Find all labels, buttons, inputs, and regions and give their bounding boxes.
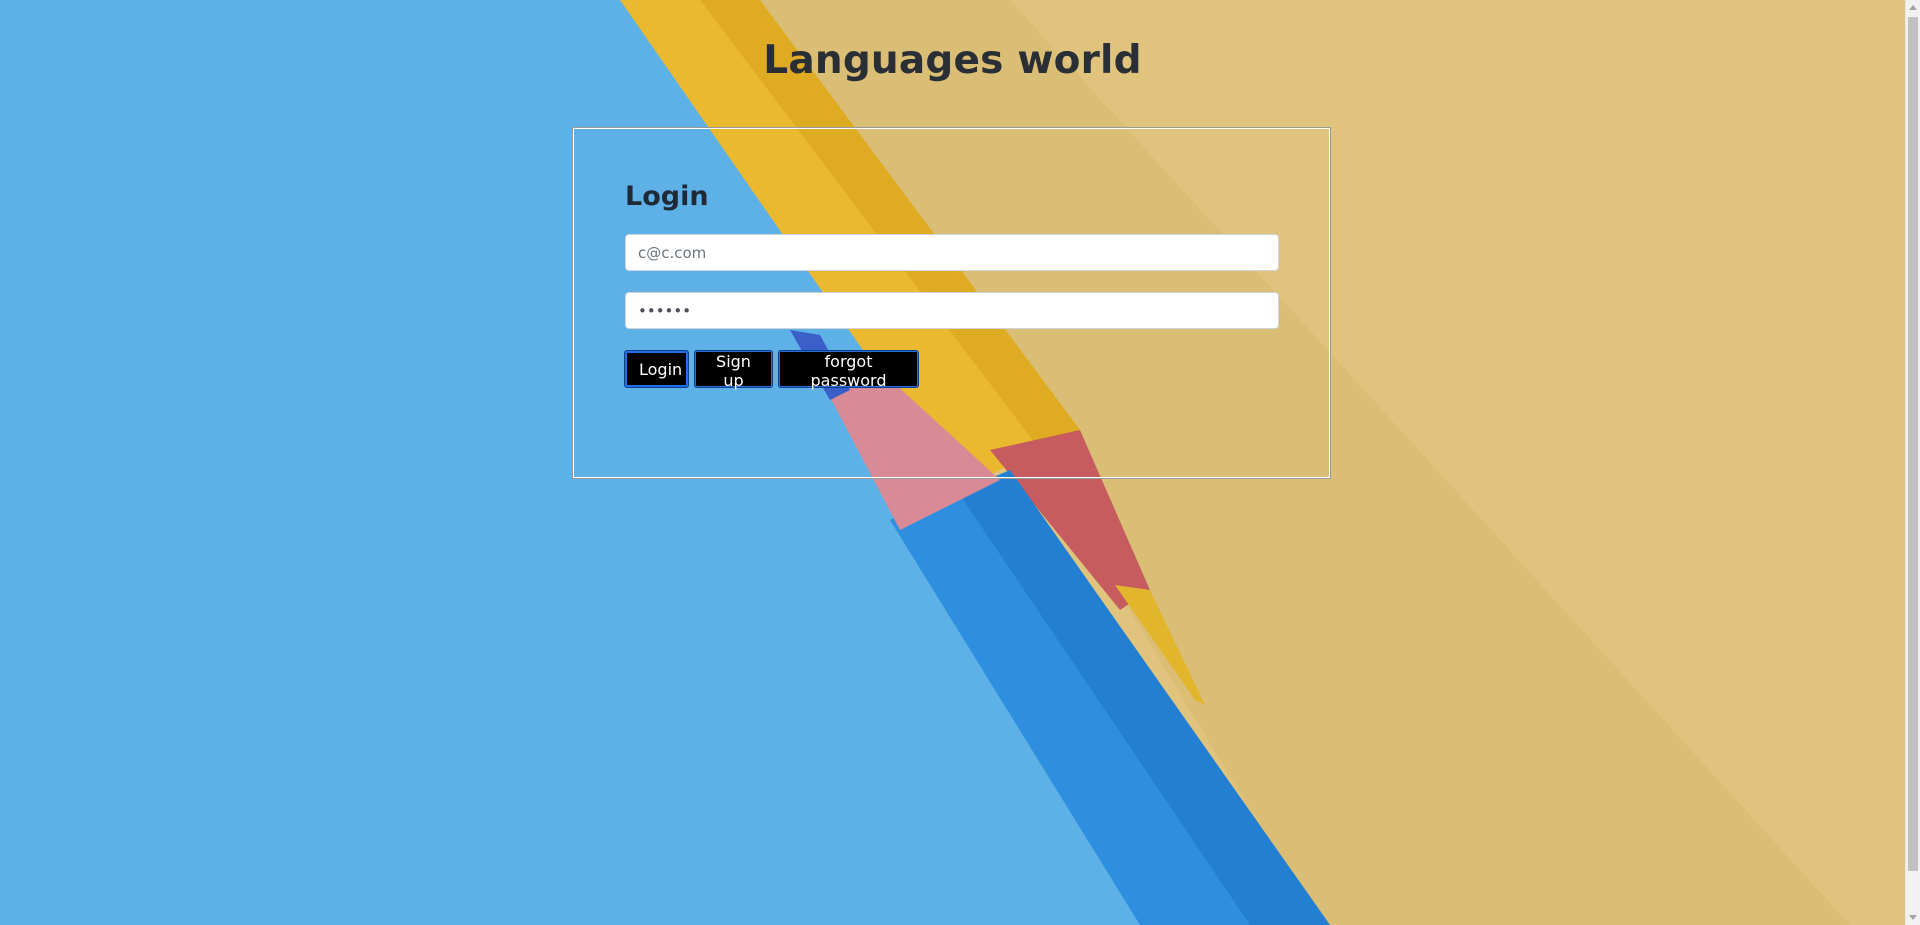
email-field[interactable]	[625, 234, 1279, 271]
forgot-password-button[interactable]: forgot password	[779, 351, 918, 390]
page: Languages world Login Login Sign up forg…	[0, 0, 1920, 925]
login-form: Login Login Sign up forgot password	[572, 127, 1331, 479]
login-button[interactable]: Login	[625, 351, 688, 387]
password-field[interactable]	[625, 292, 1279, 329]
page-title: Languages world	[763, 38, 1142, 83]
login-heading: Login	[625, 181, 709, 212]
scroll-up-icon[interactable]	[1909, 5, 1917, 10]
signup-button[interactable]: Sign up	[695, 351, 772, 390]
vertical-scrollbar[interactable]	[1905, 0, 1920, 925]
scrollbar-thumb[interactable]	[1908, 17, 1918, 871]
scroll-down-icon[interactable]	[1909, 915, 1917, 920]
